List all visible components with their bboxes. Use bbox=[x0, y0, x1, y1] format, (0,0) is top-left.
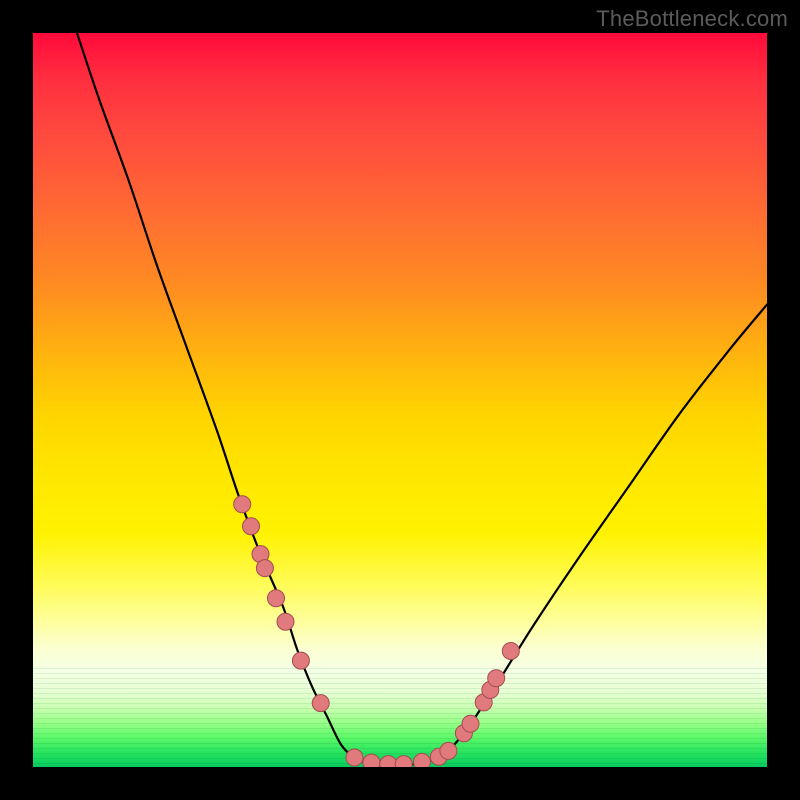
data-dot bbox=[312, 695, 329, 712]
data-dot bbox=[395, 756, 412, 767]
data-dot bbox=[414, 753, 431, 767]
data-dot bbox=[256, 560, 273, 577]
data-dot bbox=[277, 613, 294, 630]
data-dot bbox=[243, 518, 260, 535]
plot-area bbox=[33, 33, 767, 767]
data-dot bbox=[292, 652, 309, 669]
data-dot bbox=[440, 742, 457, 759]
curve-left-branch bbox=[77, 33, 356, 760]
highlighted-dots-group bbox=[234, 496, 520, 767]
plot-frame bbox=[33, 33, 767, 767]
data-dot bbox=[502, 643, 519, 660]
data-dot bbox=[346, 749, 363, 766]
data-dot bbox=[363, 754, 380, 767]
data-dot bbox=[234, 496, 251, 513]
chart-stage: TheBottleneck.com bbox=[0, 0, 800, 800]
data-dot bbox=[268, 590, 285, 607]
data-dot bbox=[462, 715, 479, 732]
watermark-text: TheBottleneck.com bbox=[596, 6, 788, 32]
data-dot bbox=[488, 670, 505, 687]
curve-layer bbox=[33, 33, 767, 767]
data-dot bbox=[380, 756, 397, 767]
